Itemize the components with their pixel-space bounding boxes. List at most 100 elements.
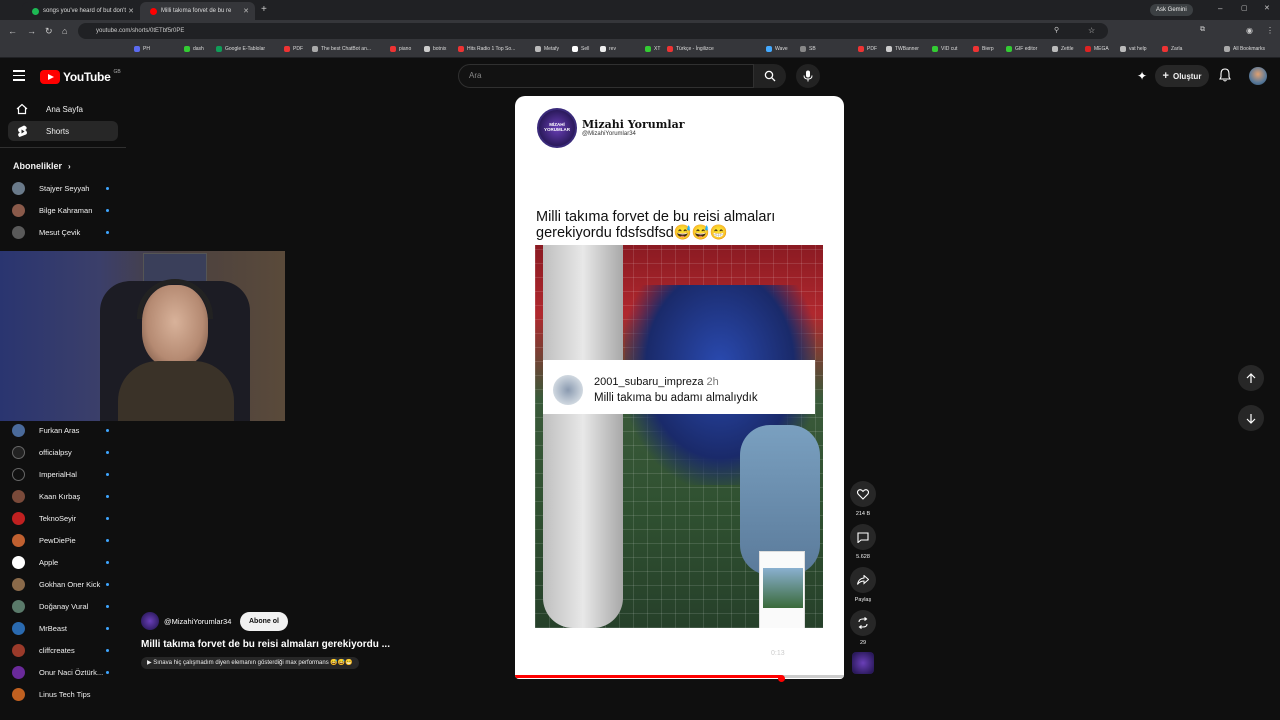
sidebar-item-shorts[interactable]: Shorts bbox=[8, 121, 118, 141]
back-icon[interactable]: ← bbox=[8, 26, 17, 36]
overlay-channel-avatar[interactable] bbox=[141, 612, 159, 630]
subscription-item[interactable]: ImperialHal bbox=[12, 465, 112, 483]
subscription-item[interactable]: Onur Naci Öztürk... bbox=[12, 663, 112, 681]
subscriptions-header[interactable]: Abonelikler › bbox=[13, 161, 71, 171]
bookmark-star-icon[interactable]: ☆ bbox=[1088, 26, 1095, 35]
subscription-item[interactable]: MrBeast bbox=[12, 619, 112, 637]
tab-songs[interactable]: songs you've heard of but don't ✕ bbox=[22, 2, 140, 20]
reload-icon[interactable]: ↻ bbox=[45, 26, 53, 37]
close-window-icon[interactable]: ✕ bbox=[1264, 4, 1270, 12]
subscription-item[interactable]: Furkan Aras bbox=[12, 421, 112, 439]
related-video-chip[interactable]: ▶ Sınava hiç çalışmadım diyen elemanın g… bbox=[141, 657, 359, 669]
profile-icon[interactable]: ◉ bbox=[1246, 26, 1253, 35]
country-code: GB bbox=[113, 69, 121, 75]
bookmark-item[interactable]: GIF editor bbox=[1006, 46, 1037, 52]
bookmark-item[interactable]: VID cut bbox=[932, 46, 957, 52]
menu-dots-icon[interactable]: ⋮ bbox=[1266, 26, 1274, 35]
url-field[interactable]: youtube.com/shorts/0tETbf5r0PE bbox=[78, 23, 1108, 39]
comment-overlay: 2001_subaru_impreza 2h Milli takıma bu a… bbox=[543, 360, 815, 414]
subscription-item[interactable]: Kaan Kırbaş bbox=[12, 487, 112, 505]
tab-shorts[interactable]: Milli takıma forvet de bu re ✕ bbox=[140, 2, 255, 20]
new-tab-button[interactable]: + bbox=[261, 4, 267, 15]
bookmark-item[interactable]: PH bbox=[134, 46, 150, 52]
video-channel-name: Mizahi Yorumlar bbox=[582, 118, 685, 131]
previous-short-button[interactable] bbox=[1238, 365, 1264, 391]
bookmark-item[interactable]: Metafy bbox=[535, 46, 559, 52]
subscribe-button[interactable]: Abone ol bbox=[240, 612, 288, 631]
bookmark-item[interactable]: SB bbox=[800, 46, 816, 52]
bookmark-favicon-icon bbox=[858, 46, 864, 52]
notifications-bell-icon[interactable] bbox=[1219, 68, 1231, 87]
bookmark-item[interactable]: Google E-Tablolar bbox=[216, 46, 265, 52]
subscription-item[interactable]: cliffcreates bbox=[12, 641, 112, 659]
bookmark-item[interactable]: Hits Radio 1 Top So... bbox=[458, 46, 515, 52]
short-video-player[interactable]: MİZAHİ YORUMLAR Mizahi Yorumlar @MizahiY… bbox=[515, 96, 844, 679]
forward-icon[interactable]: → bbox=[27, 26, 36, 36]
overlay-channel-handle[interactable]: @MizahiYorumlar34 bbox=[164, 617, 231, 626]
hamburger-menu-icon[interactable] bbox=[13, 70, 25, 81]
create-button[interactable]: + Oluştur bbox=[1155, 65, 1209, 87]
comment-text: Milli takıma bu adamı almalıydık bbox=[594, 392, 758, 404]
sound-channel-thumbnail[interactable] bbox=[852, 652, 874, 674]
commenter-name: 2001_subaru_impreza bbox=[594, 376, 704, 388]
progress-bar[interactable] bbox=[515, 675, 844, 678]
youtube-logo[interactable]: YouTube GB bbox=[40, 69, 121, 84]
bookmark-item[interactable]: botnix bbox=[424, 46, 446, 52]
next-short-button[interactable] bbox=[1238, 405, 1264, 431]
share-button[interactable]: Paylaş bbox=[850, 567, 876, 603]
bookmark-item[interactable]: PDF bbox=[284, 46, 303, 52]
search-input[interactable]: Ara bbox=[458, 64, 754, 88]
bookmark-item[interactable]: Sell bbox=[572, 46, 589, 52]
all-bookmarks-button[interactable]: All Bookmarks bbox=[1224, 46, 1265, 52]
subscription-item[interactable]: Gokhan Oner Kick bbox=[12, 575, 112, 593]
progress-scrubber-handle[interactable] bbox=[778, 675, 786, 682]
home-browser-icon[interactable]: ⌂ bbox=[62, 26, 67, 36]
search-button[interactable] bbox=[754, 64, 786, 88]
bookmark-item[interactable]: Wave bbox=[766, 46, 788, 52]
minimize-icon[interactable]: – bbox=[1218, 4, 1222, 13]
bookmark-item[interactable]: rev bbox=[600, 46, 616, 52]
voice-search-button[interactable] bbox=[796, 64, 820, 88]
sparkle-icon[interactable]: ✦ bbox=[1137, 69, 1147, 83]
bookmark-item[interactable]: dash bbox=[184, 46, 204, 52]
account-avatar[interactable] bbox=[1249, 67, 1267, 85]
comments-button[interactable]: 5.628 bbox=[850, 524, 876, 560]
sidebar-item-home[interactable]: Ana Sayfa bbox=[8, 99, 118, 119]
channel-avatar bbox=[12, 445, 25, 459]
bookmark-item[interactable]: TWBanner bbox=[886, 46, 919, 52]
bookmark-favicon-icon bbox=[216, 46, 222, 52]
subscription-item[interactable]: Linus Tech Tips bbox=[12, 685, 112, 703]
bookmark-item[interactable]: MEGA bbox=[1085, 46, 1109, 52]
bookmark-item[interactable]: piano bbox=[390, 46, 411, 52]
bookmark-item[interactable]: Zettle bbox=[1052, 46, 1074, 52]
bookmark-item[interactable]: The best ChatBot an... bbox=[312, 46, 371, 52]
subscription-item[interactable]: Bilge Kahraman bbox=[12, 201, 112, 219]
subscription-item[interactable]: Mesut Çevik bbox=[12, 223, 112, 241]
subscription-item[interactable]: TeknoSeyir bbox=[12, 509, 112, 527]
close-tab-icon[interactable]: ✕ bbox=[243, 7, 249, 15]
bookmark-item[interactable]: Bierp bbox=[973, 46, 994, 52]
bookmark-item[interactable]: Zarla bbox=[1162, 46, 1182, 52]
subscription-item[interactable]: officialpsy bbox=[12, 443, 112, 461]
video-caption: Milli takıma forvet de bu reisi almaları… bbox=[536, 209, 776, 241]
heart-icon bbox=[850, 481, 876, 507]
zoom-icon[interactable]: ⚲ bbox=[1054, 26, 1059, 34]
subscription-item[interactable]: Stajyer Seyyah bbox=[12, 179, 112, 197]
bookmark-item[interactable]: vat help bbox=[1120, 46, 1147, 52]
comment-count: 5.628 bbox=[856, 554, 870, 560]
close-tab-icon[interactable]: ✕ bbox=[128, 7, 134, 15]
ask-gemini-button[interactable]: Ask Gemini bbox=[1150, 4, 1193, 16]
subscription-item[interactable]: PewDiePie bbox=[12, 531, 112, 549]
subscription-item[interactable]: Doğanay Vural bbox=[12, 597, 112, 615]
like-button[interactable]: 214 B bbox=[850, 481, 876, 517]
extensions-icon[interactable]: ⧉ bbox=[1200, 26, 1205, 34]
bookmark-item[interactable]: Türkçe - İngilizce bbox=[667, 46, 714, 52]
overlay-video-title[interactable]: Milli takıma forvet de bu reisi almaları… bbox=[141, 639, 390, 650]
bookmark-item[interactable]: PDF bbox=[858, 46, 877, 52]
subscription-item[interactable]: Apple bbox=[12, 553, 112, 571]
bookmark-favicon-icon bbox=[458, 46, 464, 52]
subscriptions-title: Abonelikler bbox=[13, 161, 63, 171]
bookmark-item[interactable]: XT bbox=[645, 46, 660, 52]
remix-button[interactable]: 29 bbox=[850, 610, 876, 646]
maximize-icon[interactable]: ▢ bbox=[1241, 4, 1248, 12]
